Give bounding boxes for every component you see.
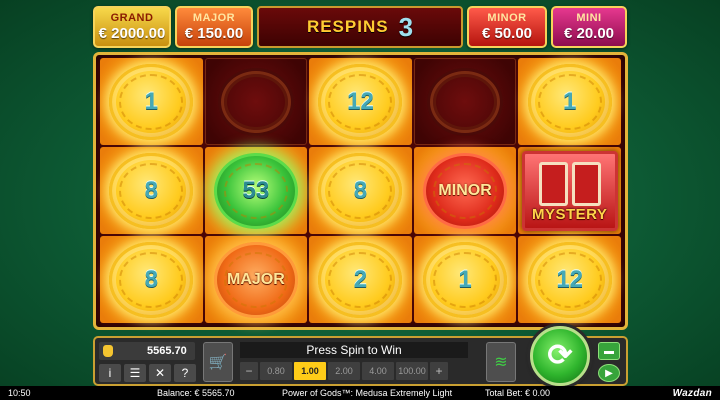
status-message: Press Spin to Win — [240, 342, 468, 358]
snake-ring-icon — [220, 70, 291, 133]
coin-value: 2 — [353, 265, 368, 293]
respins-label: RESPINS — [306, 17, 389, 36]
minor-coin-label: MINOR — [438, 181, 492, 199]
grid-cell: 1 — [413, 236, 517, 323]
menu-button[interactable]: ☰ — [124, 364, 146, 382]
coin-value: 8 — [144, 176, 158, 204]
coin-symbol: 2 — [318, 241, 403, 318]
coin-value: 1 — [458, 265, 472, 293]
balance-display: 5565.70 — [99, 342, 195, 360]
coin-symbol: 1 — [423, 241, 508, 318]
grid-cell: 12 — [518, 236, 621, 323]
reel-grid-frame: 1 12 1 8 53 8 MINOR MYSTERY 8 MAJOR 2 1 12 — [93, 52, 628, 330]
coin-value: 1 — [144, 87, 158, 115]
major-jackpot: MAJOR € 150.00 — [175, 6, 253, 48]
minor-coin-symbol: MINOR — [423, 152, 508, 229]
help-button[interactable]: ? — [174, 364, 196, 382]
grid-cell — [204, 58, 308, 145]
turbo-icon: ▬ — [604, 345, 614, 357]
grid-cell: 8 — [309, 147, 412, 234]
coin-symbol: 8 — [109, 152, 194, 229]
minor-jackpot-label: MINOR — [487, 12, 527, 24]
status-bar: 10:50 Balance: € 5565.70 Power of Gods™:… — [0, 386, 720, 400]
reel-grid: 1 12 1 8 53 8 MINOR MYSTERY 8 MAJOR 2 1 12 — [100, 58, 621, 323]
mini-jackpot-label: MINI — [576, 12, 602, 24]
bet-option[interactable]: 0.80 — [260, 362, 292, 380]
mystery-doors-icon — [538, 161, 601, 206]
grid-cell: 1 — [518, 58, 621, 145]
spin-button[interactable]: ⟳ — [530, 326, 590, 386]
coin-value: 8 — [144, 265, 158, 293]
major-coin-label: MAJOR — [227, 270, 285, 288]
coin-symbol: 12 — [527, 241, 612, 318]
spin-icon: ⟳ — [547, 339, 573, 372]
grand-jackpot-label: GRAND — [110, 12, 154, 24]
balance-value: 5565.70 — [147, 345, 187, 357]
snake-ring-icon — [430, 70, 501, 133]
grid-cell: 12 — [309, 58, 412, 145]
coin-symbol: 1 — [109, 63, 194, 140]
respins-count: 3 — [398, 11, 414, 42]
bet-increase-button[interactable]: + — [430, 362, 448, 380]
collector-coin-value: 53 — [242, 176, 270, 204]
grid-cell: 8 — [100, 147, 203, 234]
autoplay-icon: ≋ — [494, 354, 508, 371]
autoplay-button[interactable]: ≋ — [486, 342, 516, 382]
buy-feature-icon: 🛒 — [208, 354, 228, 371]
buy-feature-button[interactable]: 🛒 — [203, 342, 233, 382]
bet-option[interactable]: 2.00 — [328, 362, 360, 380]
major-jackpot-value: € 150.00 — [184, 25, 244, 42]
coin-symbol: 8 — [318, 152, 403, 229]
mini-jackpot: MINI € 20.00 — [551, 6, 627, 48]
bet-option[interactable]: 4.00 — [362, 362, 394, 380]
coin-value: 1 — [563, 87, 577, 115]
grid-cell: 1 — [100, 58, 203, 145]
grid-cell: 53 — [204, 147, 308, 234]
mute-icon: ✕ — [154, 366, 166, 380]
grid-cell: MYSTERY — [518, 147, 621, 234]
turbo-button[interactable]: ▬ — [598, 342, 620, 360]
status-balance: Balance: € 5565.70 — [157, 388, 235, 398]
grid-cell: 8 — [100, 236, 203, 323]
bet-option[interactable]: 1.00 — [294, 362, 326, 380]
coin-symbol: 8 — [109, 241, 194, 318]
coin-symbol: 1 — [527, 63, 612, 140]
coin-value: 12 — [556, 265, 584, 293]
play-button[interactable]: ▶ — [598, 364, 620, 382]
mystery-symbol: MYSTERY — [521, 150, 618, 231]
bet-selector: − 0.80 1.00 2.00 4.00 100.00 + — [240, 362, 448, 380]
minor-jackpot-value: € 50.00 — [481, 25, 533, 42]
game-title: Power of Gods™: Medusa Extremely Light — [282, 388, 453, 398]
coin-value: 8 — [353, 176, 368, 204]
brand-logo: Wazdan — [672, 387, 712, 399]
mini-jackpot-value: € 20.00 — [563, 25, 615, 42]
money-bag-icon — [103, 345, 113, 357]
grand-jackpot: GRAND € 2000.00 — [93, 6, 171, 48]
status-total-bet: Total Bet: € 0.00 — [485, 388, 551, 398]
coin-symbol: 12 — [318, 63, 403, 140]
collector-coin-symbol: 53 — [213, 152, 298, 229]
info-button[interactable]: i — [99, 364, 121, 382]
play-icon: ▶ — [605, 367, 613, 379]
minor-jackpot: MINOR € 50.00 — [467, 6, 547, 48]
grand-jackpot-value: € 2000.00 — [98, 25, 166, 42]
sound-button[interactable]: ✕ — [149, 364, 171, 382]
major-coin-symbol: MAJOR — [213, 241, 298, 318]
clock: 10:50 — [8, 388, 31, 398]
mystery-label: MYSTERY — [531, 205, 608, 223]
bet-option[interactable]: 100.00 — [396, 362, 428, 380]
grid-cell: MINOR — [413, 147, 517, 234]
respins-counter: RESPINS 3 — [257, 6, 463, 48]
major-jackpot-label: MAJOR — [192, 12, 236, 24]
grid-cell: MAJOR — [204, 236, 308, 323]
bet-decrease-button[interactable]: − — [240, 362, 258, 380]
control-panel: 5565.70 i ☰ ✕ ? 🛒 Press Spin to Win − 0.… — [93, 326, 628, 386]
coin-value: 12 — [347, 87, 374, 115]
grid-cell: 2 — [309, 236, 412, 323]
grid-cell — [413, 58, 517, 145]
utility-buttons: i ☰ ✕ ? — [99, 364, 196, 382]
